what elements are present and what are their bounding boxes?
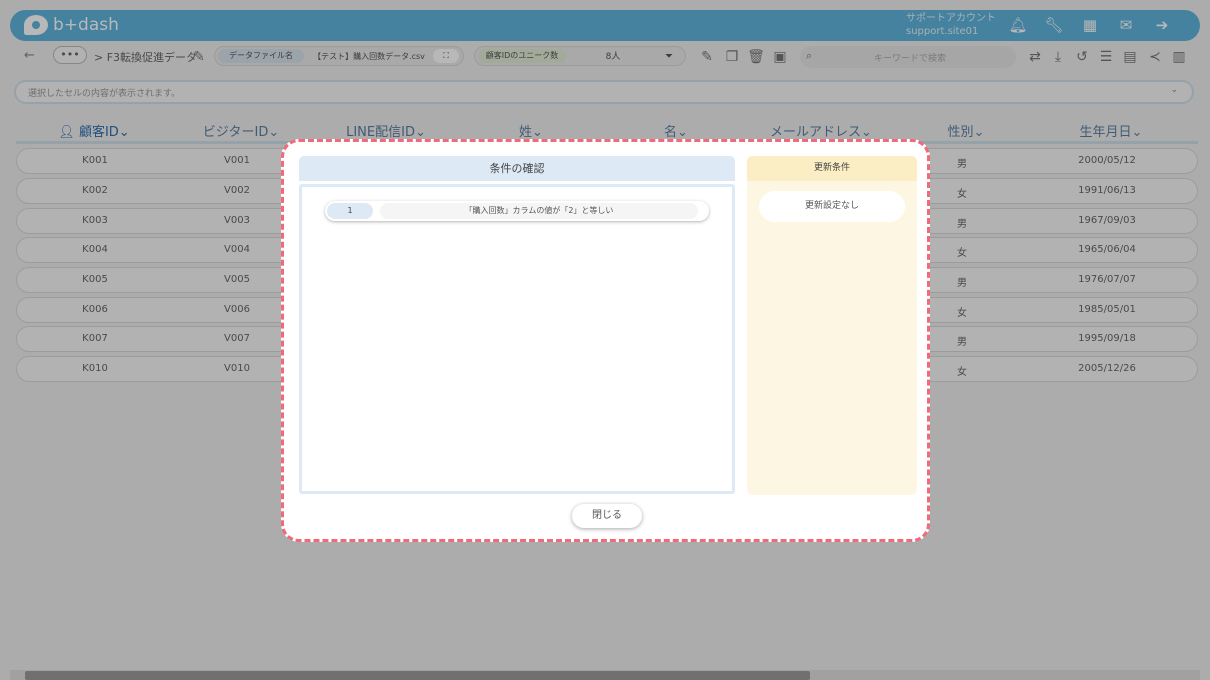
condition-confirm-dialog: 条件の確認 1 「購入回数」カラムの値が「2」と等しい 更新条件 更新設定なし … [281, 139, 930, 542]
update-conditions-title: 更新条件 [747, 156, 917, 181]
conditions-title: 条件の確認 [299, 156, 735, 181]
condition-text: 「購入回数」カラムの値が「2」と等しい [380, 203, 698, 219]
condition-item[interactable]: 1 「購入回数」カラムの値が「2」と等しい [325, 201, 709, 221]
close-button[interactable]: 閉じる [572, 504, 642, 528]
condition-number: 1 [327, 203, 373, 219]
update-conditions-panel: 更新条件 更新設定なし [747, 156, 917, 495]
conditions-panel: 1 「購入回数」カラムの値が「2」と等しい [299, 184, 735, 494]
update-conditions-value: 更新設定なし [759, 191, 905, 222]
